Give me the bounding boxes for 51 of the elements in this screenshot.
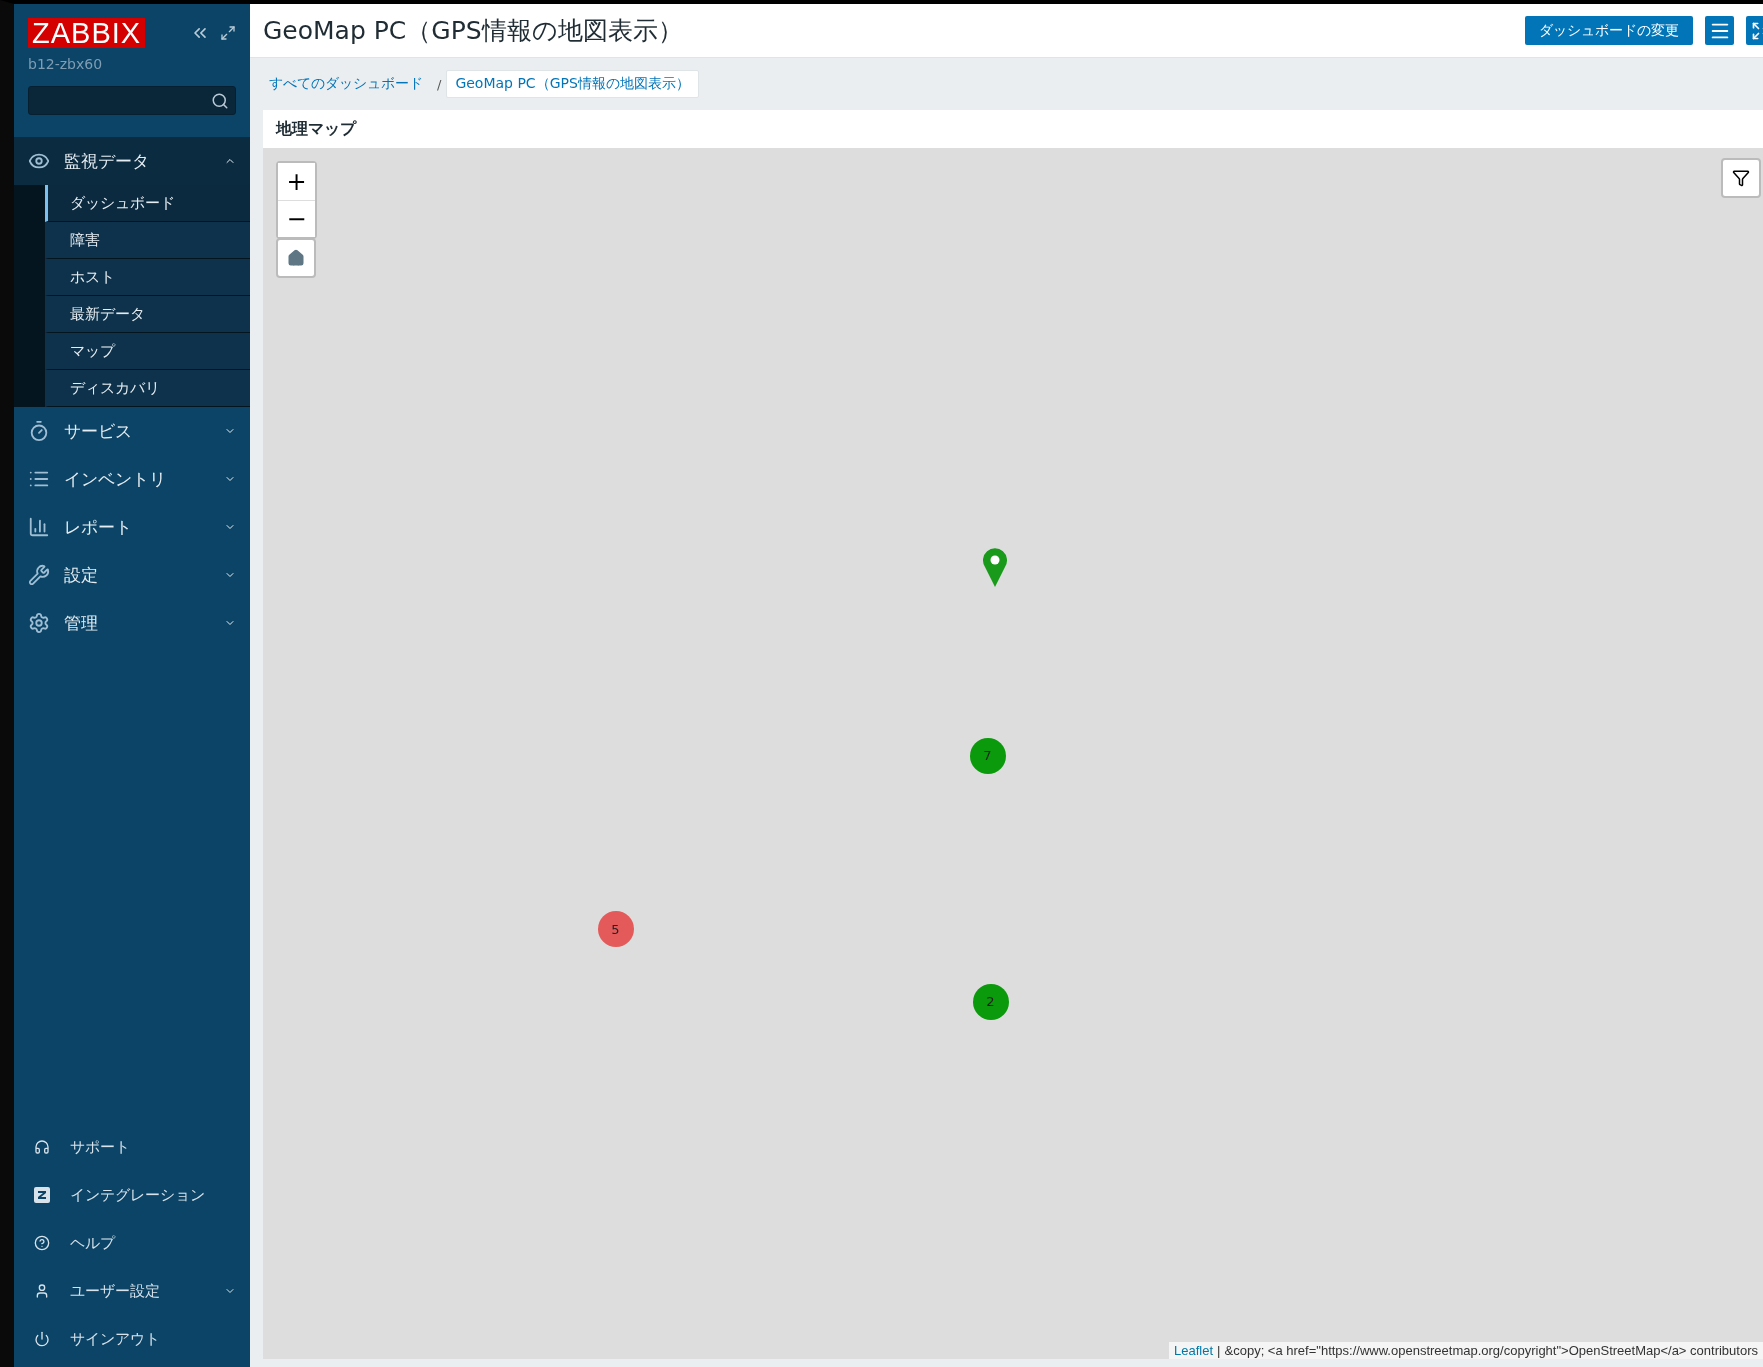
menu-section[interactable]: 設定 (14, 551, 250, 599)
menu-item[interactable]: ヘルプ (14, 1219, 250, 1267)
wrench-icon (28, 564, 50, 586)
map[interactable]: + − 7 5 2 Leaflet | &copy; <a href="https://www.openstreetmap.org/copyright">OpenStreetMap</a> contributors (263, 148, 1763, 1359)
bar-chart-icon (28, 516, 50, 538)
stopwatch-icon (28, 420, 50, 442)
attribution-text: &copy; <a href="https://www.openstreetmap.org/copyright">OpenStreetMap</a> contributors (1224, 1343, 1758, 1358)
breadcrumb-link[interactable]: すべてのダッシュボード (260, 70, 432, 98)
z-logo-icon (34, 1187, 50, 1203)
widget-title: 地理マップ (274, 117, 358, 140)
menu-item[interactable]: ユーザー設定 (14, 1267, 250, 1315)
submenu-item[interactable]: 障害 (45, 222, 250, 259)
logo[interactable]: ZABBIX (28, 18, 146, 48)
page-title: GeoMap PC（GPS情報の地図表示） (263, 15, 684, 47)
breadcrumb-separator: / (437, 76, 442, 92)
menu-item[interactable]: サポート (14, 1123, 250, 1171)
filter-button[interactable] (1721, 158, 1761, 198)
menu-section[interactable]: 管理 (14, 599, 250, 647)
submenu-item[interactable]: ホスト (45, 259, 250, 296)
search-icon (211, 91, 229, 110)
marker-cluster[interactable]: 5 (597, 911, 634, 948)
power-icon (34, 1331, 50, 1347)
server-name: b12-zbx60 (28, 56, 104, 72)
search-field[interactable] (28, 86, 236, 115)
leaflet-link[interactable]: Leaflet (1174, 1343, 1214, 1358)
menu-item[interactable]: インテグレーション (14, 1171, 250, 1219)
menu-section[interactable]: 監視データ (14, 137, 250, 185)
marker-cluster[interactable]: 2 (972, 983, 1009, 1020)
home-button[interactable] (276, 238, 316, 278)
submenu-item[interactable]: 最新データ (45, 296, 250, 333)
menu-section[interactable]: レポート (14, 503, 250, 551)
kiosk-mode-button[interactable] (220, 23, 236, 43)
marker-cluster[interactable]: 7 (969, 737, 1006, 774)
submenu-item[interactable]: ダッシュボード (45, 185, 250, 222)
attribution-separator: | (1217, 1343, 1221, 1358)
expand-icon (220, 25, 236, 41)
gear-icon (28, 612, 50, 634)
edit-dashboard-button[interactable]: ダッシュボードの変更 (1525, 16, 1693, 45)
zoom-out-button[interactable]: − (278, 200, 315, 237)
menu-button[interactable] (1705, 16, 1734, 45)
filter-icon (1732, 169, 1750, 187)
submenu-item[interactable]: マップ (45, 333, 250, 370)
menu-item[interactable]: サインアウト (14, 1315, 250, 1363)
submenu-item[interactable]: ディスカバリ (45, 370, 250, 407)
menu-section[interactable]: インベントリ (14, 455, 250, 503)
user-icon (34, 1283, 50, 1299)
menu-section[interactable]: サービス (14, 407, 250, 455)
headset-icon (34, 1139, 50, 1155)
help-icon (34, 1235, 50, 1251)
home-icon (287, 249, 305, 267)
breadcrumb-link[interactable]: GeoMap PC（GPS情報の地図表示） (446, 70, 699, 98)
